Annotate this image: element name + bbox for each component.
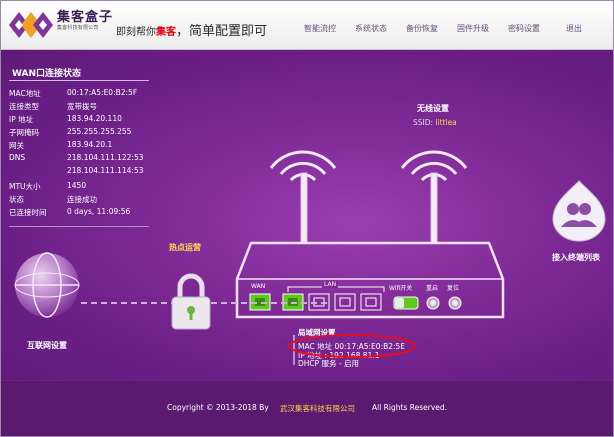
client-list-label[interactable]: 接入终端列表: [552, 252, 600, 263]
wan-label-gateway: 网关: [9, 141, 24, 150]
ssid-value: littlea: [435, 118, 457, 127]
ssid-line: SSID: littlea: [413, 118, 457, 127]
wan-value-conn-type: 宽带拨号: [67, 102, 97, 111]
internet-settings-label[interactable]: 互联网设置: [27, 340, 67, 351]
hotspot-operation-label[interactable]: 热点运营: [169, 242, 201, 253]
lock-icon[interactable]: [168, 271, 214, 331]
wan-port-label: WAN: [251, 283, 266, 290]
wan-label-mac: MAC地址: [9, 89, 41, 98]
slogan: 即刻帮你集客，简单配置即可: [116, 20, 267, 39]
brand-subtitle: 集客科技有限公司: [57, 25, 99, 31]
restart-button[interactable]: [426, 296, 440, 310]
nav-backup-restore[interactable]: 备份恢复: [406, 23, 438, 34]
reset-button[interactable]: [448, 296, 462, 310]
annotation-ellipse: [288, 334, 416, 358]
wan-label-uptime: 已连接时间: [9, 208, 47, 217]
footer-company-link[interactable]: 武汉集客科技有限公司: [280, 403, 355, 414]
lan-port-3-icon[interactable]: [334, 293, 356, 311]
wan-value-gateway: 183.94.20.1: [67, 140, 113, 149]
wan-value-dns1: 218.104.111.122:53: [67, 153, 144, 162]
wan-divider-bottom: [9, 226, 149, 227]
footer-copyright: Copyright © 2013-2018 By: [167, 403, 269, 412]
reset-label: 复位: [447, 285, 460, 292]
users-icon[interactable]: [551, 179, 607, 242]
footer-rights: All Rights Reserved.: [372, 403, 448, 412]
wan-label-ip: IP 地址: [9, 115, 34, 124]
wifi-toggle[interactable]: [393, 296, 419, 310]
wan-label-mask: 子网掩码: [9, 128, 39, 137]
lan-port-4-icon[interactable]: [360, 293, 382, 311]
wan-divider: [9, 80, 149, 81]
antenna-left-icon: [300, 172, 308, 244]
nav-password-settings[interactable]: 密码设置: [508, 23, 540, 34]
wan-value-uptime: 0 days, 11:09:56: [67, 207, 131, 216]
nav-firmware-upgrade[interactable]: 固件升级: [457, 23, 489, 34]
wan-label-conn-type: 连接类型: [9, 102, 39, 111]
slogan-highlight: 集客: [156, 27, 176, 38]
wan-value-mtu: 1450: [67, 181, 87, 190]
wan-label-dns: DNS: [9, 153, 26, 162]
wan-value-mac: 00:17:A5:E0:B2:5F: [67, 88, 138, 97]
wifi-switch-label: Wifi开关: [389, 285, 413, 292]
slogan-post: ，简单配置即可: [176, 24, 268, 39]
wan-label-status: 状态: [9, 195, 24, 204]
ssid-label: SSID:: [413, 118, 434, 127]
nav-system-status[interactable]: 系统状态: [355, 23, 387, 34]
app-window: 集客盒子 集客科技有限公司 即刻帮你集客，简单配置即可 智能流控 系统状态 备份…: [0, 0, 614, 437]
nav-logout[interactable]: 退出: [566, 23, 582, 34]
wan-value-mask: 255.255.255.255: [67, 127, 132, 136]
header-bar: 集客盒子 集客科技有限公司 即刻帮你集客，简单配置即可 智能流控 系统状态 备份…: [1, 1, 613, 50]
nav-flow-control[interactable]: 智能流控: [304, 23, 336, 34]
wan-label-mtu: MTU大小: [9, 182, 41, 191]
wan-value-status: 连接成功: [67, 195, 97, 204]
antenna-right-icon: [430, 172, 438, 244]
globe-icon[interactable]: [13, 251, 81, 319]
wan-status-title: WAN口连接状态: [12, 69, 82, 79]
wan-value-ip: 183.94.20.110: [67, 114, 122, 123]
restart-label: 重启: [426, 285, 439, 292]
wireless-settings-title[interactable]: 无线设置: [417, 103, 449, 114]
lan-ports-label: LAN: [322, 281, 339, 288]
wan-value-dns2: 218.104.111.114:53: [67, 166, 144, 175]
brand-name: 集客盒子: [57, 10, 114, 25]
lan-dhcp-status: DHCP 服务 - 启用: [298, 359, 360, 368]
slogan-pre: 即刻帮你: [116, 27, 156, 38]
